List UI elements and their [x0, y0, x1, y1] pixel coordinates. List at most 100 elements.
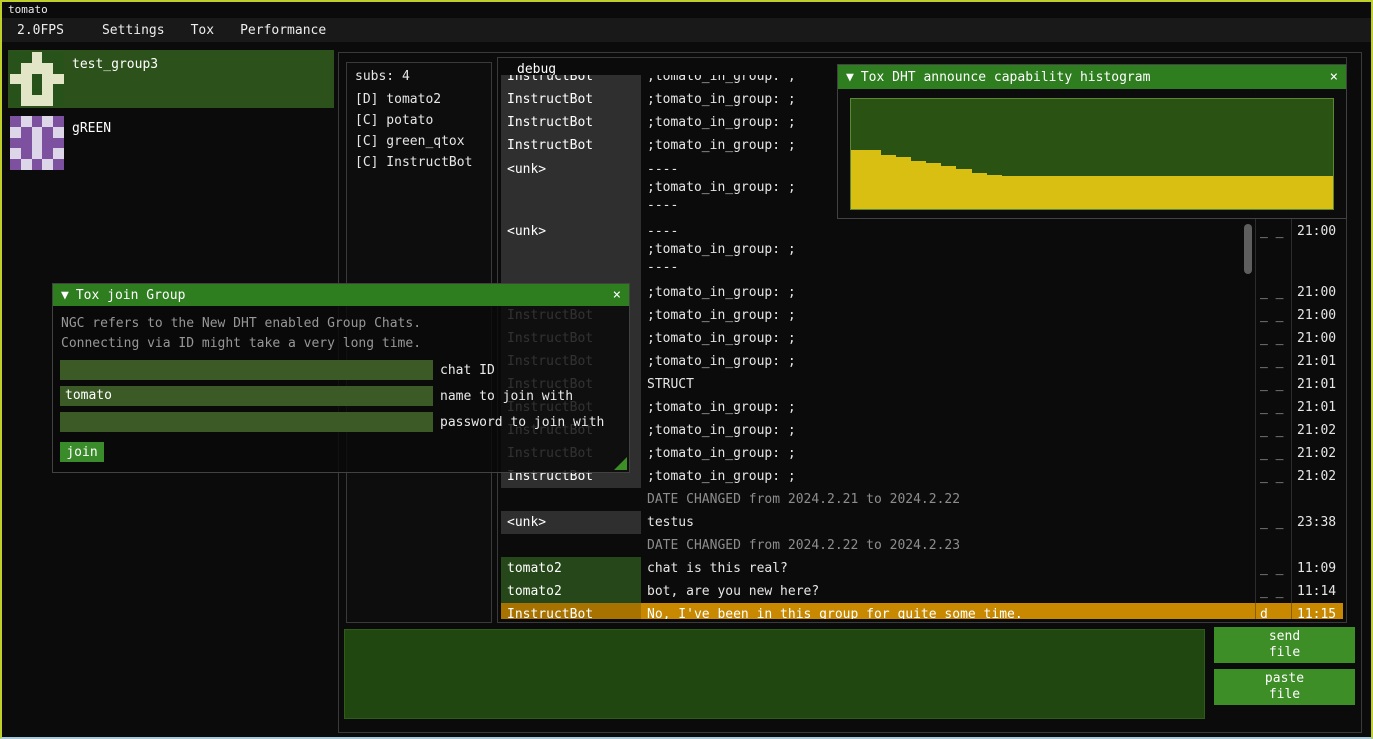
name-to-join-with-label: name to join with — [440, 389, 573, 404]
sender-cell: InstructBot — [501, 134, 641, 157]
message-text: ;tomato_in_group: ; — [641, 281, 1255, 304]
flags-cell: _ _ — [1255, 557, 1291, 580]
histogram-bar — [1092, 176, 1107, 209]
subs-item[interactable]: [C] potato — [347, 110, 491, 131]
histogram-bar — [926, 163, 941, 209]
timestamp: 21:00 — [1291, 304, 1343, 327]
join-window-titlebar[interactable]: ▼ Tox join Group × — [53, 284, 629, 306]
message-row[interactable]: <unk>testus_ _23:38 — [501, 511, 1343, 534]
message-text: testus — [641, 511, 1255, 534]
chat-scrollbar[interactable] — [1244, 224, 1252, 274]
flags-cell: _ _ — [1255, 396, 1291, 419]
histogram-bar — [1167, 176, 1182, 209]
message-row[interactable]: tomato2bot, are you new here?_ _11:14 — [501, 580, 1343, 603]
resize-grip[interactable] — [614, 457, 627, 470]
subs-item[interactable]: [C] InstructBot — [347, 152, 491, 173]
message-text: No, I've been in this group for quite so… — [641, 603, 1255, 619]
sender-cell: tomato2 — [501, 557, 641, 580]
histogram-bar — [1288, 176, 1303, 209]
histogram-bar — [1197, 176, 1212, 209]
flags-cell: d — [1255, 603, 1291, 619]
close-icon[interactable]: × — [613, 287, 621, 303]
histogram-chart — [850, 98, 1334, 210]
name-to-join-with-input[interactable]: tomato — [60, 386, 433, 406]
collapse-arrow-icon[interactable]: ▼ — [61, 288, 69, 303]
join-window-title: Tox join Group — [76, 288, 186, 303]
flags-cell: _ _ — [1255, 304, 1291, 327]
timestamp: 21:00 — [1291, 327, 1343, 350]
histogram-bar — [1122, 176, 1137, 209]
subs-item[interactable]: [C] green_qtox — [347, 131, 491, 152]
message-row[interactable]: <unk>---- ;tomato_in_group: ; ----_ _21:… — [501, 219, 1343, 281]
timestamp: 21:01 — [1291, 396, 1343, 419]
subs-item[interactable]: [D] tomato2 — [347, 89, 491, 110]
password-to-join-with-input[interactable] — [60, 412, 433, 432]
histogram-bar — [972, 173, 987, 209]
system-row: DATE CHANGED from 2024.2.21 to 2024.2.22 — [501, 488, 1343, 511]
join-button[interactable]: join — [60, 442, 104, 462]
join-info-line: Connecting via ID might take a very long… — [61, 334, 621, 354]
timestamp: 21:02 — [1291, 465, 1343, 488]
window-title: tomato — [8, 3, 48, 16]
histogram-bar — [1213, 176, 1228, 209]
histogram-bar — [956, 169, 971, 209]
message-row[interactable]: InstructBotNo, I've been in this group f… — [501, 603, 1343, 619]
message-text: bot, are you new here? — [641, 580, 1255, 603]
join-group-window: ▼ Tox join Group × NGC refers to the New… — [52, 283, 630, 473]
histogram-window-title: Tox DHT announce capability histogram — [861, 70, 1151, 85]
message-text: STRUCT — [641, 373, 1255, 396]
paste-file-button[interactable]: paste file — [1214, 669, 1355, 705]
collapse-arrow-icon[interactable]: ▼ — [846, 70, 854, 85]
sender-cell: InstructBot — [501, 75, 641, 88]
histogram-bar — [1017, 176, 1032, 209]
histogram-bar — [1273, 176, 1288, 209]
close-icon[interactable]: × — [1330, 69, 1338, 85]
flags-cell: _ _ — [1255, 219, 1291, 281]
menu-item-tox[interactable]: Tox — [178, 20, 227, 41]
histogram-bar — [896, 157, 911, 209]
histogram-bar — [1228, 176, 1243, 209]
histogram-bar — [1077, 176, 1092, 209]
message-row[interactable]: tomato2chat is this real?_ _11:09 — [501, 557, 1343, 580]
timestamp: 23:38 — [1291, 511, 1343, 534]
timestamp: 21:02 — [1291, 419, 1343, 442]
menu-item-2-0fps[interactable]: 2.0FPS — [4, 20, 77, 41]
time-cell — [1291, 534, 1343, 557]
group-avatar — [10, 116, 64, 170]
histogram-window-titlebar[interactable]: ▼ Tox DHT announce capability histogram … — [838, 65, 1346, 89]
histogram-bar — [881, 155, 896, 209]
histogram-bar — [1137, 176, 1152, 209]
send-file-button[interactable]: send file — [1214, 627, 1355, 663]
menu-item-settings[interactable]: Settings — [89, 20, 178, 41]
timestamp: 11:14 — [1291, 580, 1343, 603]
flags-cell: _ _ — [1255, 511, 1291, 534]
group-item-gREEN[interactable]: gREEN — [8, 114, 334, 172]
join-fields: chat IDtomatoname to join withpassword t… — [53, 360, 629, 432]
timestamp: 21:00 — [1291, 219, 1343, 281]
histogram-bar — [1303, 176, 1318, 209]
flags-cell: _ _ — [1255, 327, 1291, 350]
histogram-bar — [1182, 176, 1197, 209]
menu-item-performance[interactable]: Performance — [227, 20, 339, 41]
flags-cell: _ _ — [1255, 465, 1291, 488]
system-text: DATE CHANGED from 2024.2.22 to 2024.2.23 — [641, 534, 1255, 557]
sender-cell — [501, 488, 641, 511]
join-field-row: password to join with — [60, 412, 629, 432]
password-to-join-with-label: password to join with — [440, 415, 604, 430]
message-text: ---- ;tomato_in_group: ; ---- — [641, 219, 1255, 281]
message-input[interactable] — [344, 629, 1205, 719]
timestamp: 11:09 — [1291, 557, 1343, 580]
message-text: ;tomato_in_group: ; — [641, 350, 1255, 373]
chat-id-input[interactable] — [60, 360, 433, 380]
message-text: ;tomato_in_group: ; — [641, 442, 1255, 465]
flags-cell: _ _ — [1255, 580, 1291, 603]
histogram-bar — [987, 175, 1002, 209]
message-text: ;tomato_in_group: ; — [641, 327, 1255, 350]
timestamp: 21:01 — [1291, 350, 1343, 373]
message-text: ;tomato_in_group: ; — [641, 465, 1255, 488]
flags-cell: _ _ — [1255, 442, 1291, 465]
group-item-test_group3[interactable]: test_group3 — [8, 50, 334, 108]
group-label: test_group3 — [72, 57, 158, 106]
group-avatar — [10, 52, 64, 106]
histogram-bar — [1047, 176, 1062, 209]
